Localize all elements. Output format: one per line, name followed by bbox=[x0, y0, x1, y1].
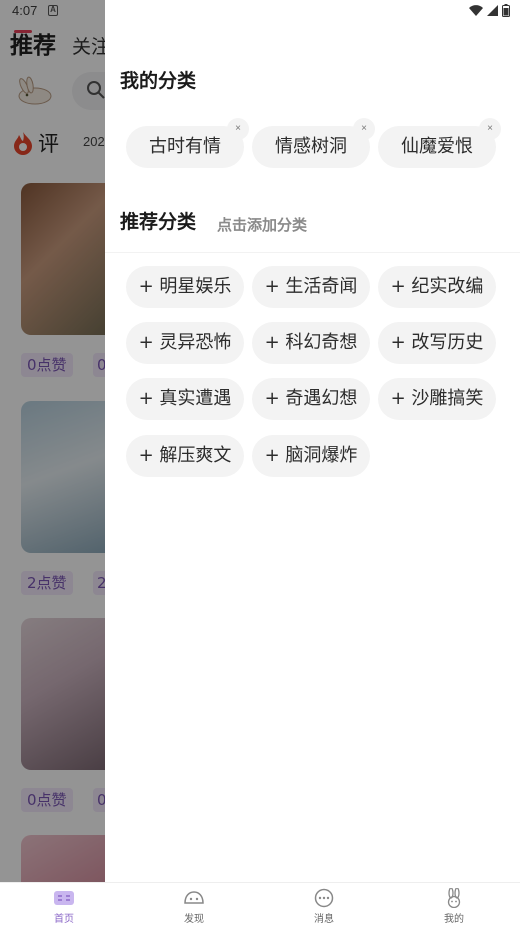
bottom-nav-bar: 首页 发现 消息 我的 bbox=[0, 882, 520, 926]
status-bar: 4:07 A bbox=[0, 0, 520, 22]
add-category-hint: 点击添加分类 bbox=[217, 216, 308, 234]
add-category-chip[interactable]: + 灵异恐怖 bbox=[126, 322, 244, 364]
add-category-chip[interactable]: + 沙雕搞笑 bbox=[378, 378, 496, 420]
wifi-icon bbox=[469, 5, 483, 16]
add-category-chip[interactable]: + 解压爽文 bbox=[126, 435, 244, 477]
chip-label: 古时有情 bbox=[149, 136, 221, 157]
remove-category-close-icon[interactable]: × bbox=[479, 118, 501, 140]
remove-category-close-icon[interactable]: × bbox=[227, 118, 249, 140]
nav-label-messages: 消息 bbox=[314, 914, 334, 925]
nav-item-home[interactable]: 首页 bbox=[34, 883, 94, 926]
add-category-chip[interactable]: + 生活奇闻 bbox=[252, 266, 370, 308]
battery-icon bbox=[502, 4, 510, 17]
divider bbox=[105, 252, 520, 253]
add-category-chip[interactable]: + 明星娱乐 bbox=[126, 266, 244, 308]
add-category-chip[interactable]: + 奇遇幻想 bbox=[252, 378, 370, 420]
chip-label: 仙魔爱恨 bbox=[401, 136, 473, 157]
remove-category-close-icon[interactable]: × bbox=[353, 118, 375, 140]
notification-icon: A bbox=[48, 5, 58, 16]
discover-icon bbox=[184, 891, 204, 904]
add-category-chip[interactable]: + 真实遭遇 bbox=[126, 378, 244, 420]
add-category-chip[interactable]: + 纪实改编 bbox=[378, 266, 496, 308]
home-icon bbox=[54, 891, 74, 905]
add-category-chip[interactable]: + 科幻奇想 bbox=[252, 322, 370, 364]
signal-icon bbox=[487, 5, 498, 16]
nav-label-home: 首页 bbox=[54, 914, 74, 925]
my-category-chip[interactable]: 情感树洞 × bbox=[252, 118, 375, 168]
add-category-chip[interactable]: + 脑洞爆炸 bbox=[252, 435, 370, 477]
my-categories-title: 我的分类 bbox=[120, 70, 197, 92]
category-drawer: 我的分类 古时有情 × 情感树洞 × 仙魔爱恨 × 推荐分类 点击添加分类 + … bbox=[105, 0, 520, 882]
my-category-chip[interactable]: 古时有情 × bbox=[126, 118, 249, 168]
chip-label: 情感树洞 bbox=[275, 136, 347, 157]
nav-label-discover: 发现 bbox=[184, 914, 204, 925]
nav-item-messages[interactable]: 消息 bbox=[294, 883, 354, 926]
nav-item-discover[interactable]: 发现 bbox=[164, 883, 224, 926]
add-category-chip[interactable]: + 改写历史 bbox=[378, 322, 496, 364]
my-category-chip[interactable]: 仙魔爱恨 × bbox=[378, 118, 501, 168]
status-time: 4:07 bbox=[12, 3, 38, 18]
recommended-categories-title: 推荐分类 bbox=[120, 211, 197, 233]
message-icon bbox=[314, 888, 334, 908]
status-icons bbox=[469, 4, 510, 17]
nav-item-profile[interactable]: 我的 bbox=[424, 883, 484, 926]
nav-label-profile: 我的 bbox=[444, 914, 464, 925]
profile-rabbit-icon bbox=[447, 888, 461, 908]
